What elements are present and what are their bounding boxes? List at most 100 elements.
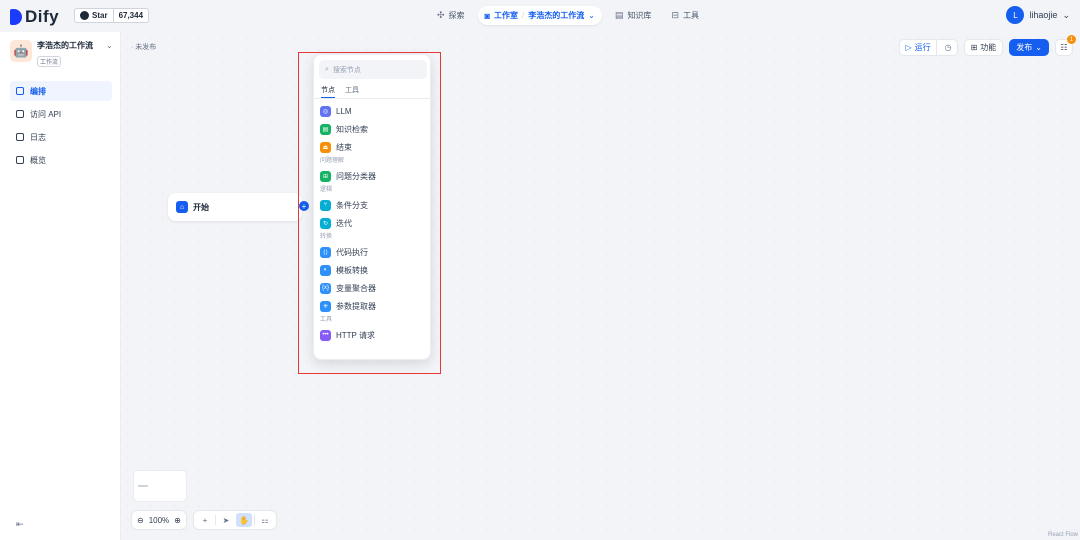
nav-explore[interactable]: ✣ 探索: [430, 6, 472, 25]
canvas-toolbar: ▷ 运行 ◷ ⊞ 功能 发布 ⌄ ☷ 1: [899, 35, 1076, 56]
loop-icon: ↻: [320, 217, 331, 229]
studio-icon: ◙: [484, 10, 490, 21]
http-icon: •••: [320, 329, 331, 341]
nav-studio-app[interactable]: 李浩杰的工作流: [528, 10, 584, 21]
extractor-icon: ✳: [320, 300, 331, 312]
node-item-if-else[interactable]: ⑂ 条件分支: [320, 196, 428, 214]
hand-icon[interactable]: ✋: [236, 513, 252, 527]
node-item-knowledge-retrieval[interactable]: ▤ 知识检索: [320, 120, 428, 138]
checklist-button[interactable]: ☷ 1: [1055, 35, 1076, 56]
group-label-tools: 工具: [320, 317, 333, 323]
picker-tabs: 节点 工具: [321, 85, 359, 98]
knowledge-icon: ▤: [320, 123, 331, 135]
workflow-canvas[interactable]: · 未发布 ▷ 运行 ◷ ⊞ 功能 发布 ⌄ ☷ 1 ⌂ 开始 + ⌕ 搜索节点…: [121, 32, 1080, 540]
brand-name: Dify: [25, 7, 60, 26]
user-name: lihaojie: [1029, 10, 1058, 20]
nav-knowledge[interactable]: ▤ 知识库: [608, 6, 659, 25]
sidebar-nav: 编排 访问 API 日志 概览: [10, 81, 112, 173]
nav-tools[interactable]: ⊟ 工具: [664, 6, 706, 25]
sidebar-item-overview[interactable]: 概览: [10, 150, 112, 170]
orchestrate-icon: [16, 87, 24, 95]
run-button-group: ▷ 运行 ◷: [899, 39, 958, 56]
node-item-variable-aggregator[interactable]: {x} 变量聚合器: [320, 279, 428, 297]
group-label-qa: 问题理解: [320, 158, 345, 164]
zoom-control: ⊖ 100% ⊕: [131, 510, 187, 530]
chevron-down-icon[interactable]: ⌄: [106, 41, 113, 50]
chart-icon: [16, 156, 24, 164]
github-icon: [80, 11, 89, 20]
start-node[interactable]: ⌂ 开始: [168, 193, 302, 221]
node-picker: ⌕ 搜索节点 节点 工具 ◎ LLM ▤ 知识检索 ⏏ 结束 问题理解 ⊞ 问题…: [313, 54, 432, 360]
avatar: L: [1006, 6, 1025, 24]
toolbox-icon: ⊟: [671, 10, 679, 20]
user-menu[interactable]: L lihaojie ⌄: [1006, 6, 1070, 24]
top-bar: Dify Star 67,344 ✣ 探索 ◙ 工作室 / 李浩杰的工作流 ⌄ …: [0, 0, 1080, 32]
node-item-parameter-extractor[interactable]: ✳ 参数提取器: [320, 297, 428, 315]
dify-logo-mark: [10, 9, 22, 25]
chevron-down-icon: ⌄: [588, 11, 595, 20]
canvas-tools: + ➤ ✋ ⚏: [193, 510, 277, 530]
app-sidebar: 🤖 李浩杰的工作流 工作流 ⌄ 编排 访问 API 日志 概览 ⇤: [0, 32, 121, 540]
node-item-template[interactable]: ◐ 模板转换: [320, 261, 428, 279]
checklist-badge: 1: [1067, 35, 1076, 44]
search-icon: ⌕: [325, 65, 329, 73]
search-placeholder: 搜索节点: [332, 66, 361, 74]
checklist-icon: ☷: [1060, 43, 1068, 52]
minimap[interactable]: [133, 470, 187, 502]
nav-studio[interactable]: ◙ 工作室 / 李浩杰的工作流 ⌄: [477, 6, 602, 25]
node-list: ◎ LLM ▤ 知识检索 ⏏ 结束 问题理解 ⊞ 问题分类器 逻辑 ⑂ 条件分支: [320, 102, 428, 344]
react-flow-attribution[interactable]: React Flow: [1048, 532, 1078, 538]
sidebar-item-api[interactable]: 访问 API: [10, 104, 112, 124]
publish-status: · 未发布: [131, 44, 157, 51]
minimap-node: [138, 485, 148, 487]
grid-icon: ⊞: [970, 43, 978, 52]
branch-icon: ⑂: [320, 199, 331, 211]
template-icon: ◐: [320, 264, 331, 276]
github-star-label: Star: [92, 11, 108, 20]
github-star-button[interactable]: Star 67,344: [74, 8, 150, 23]
zoom-in-icon[interactable]: ⊕: [174, 516, 181, 525]
node-item-llm[interactable]: ◎ LLM: [320, 102, 428, 120]
chevron-down-icon: ⌄: [1035, 43, 1042, 52]
node-item-iteration[interactable]: ↻ 迭代: [320, 214, 428, 232]
play-icon: ▷: [905, 43, 912, 52]
sidebar-item-logs[interactable]: 日志: [10, 127, 112, 147]
history-icon[interactable]: ◷: [940, 43, 957, 52]
organize-icon[interactable]: ⚏: [257, 513, 273, 527]
nav-studio-label: 工作室: [493, 11, 518, 20]
app-type-badge: 工作流: [37, 56, 62, 67]
node-item-http-request[interactable]: ••• HTTP 请求: [320, 326, 428, 344]
llm-icon: ◎: [320, 105, 331, 117]
tab-tools[interactable]: 工具: [345, 85, 359, 98]
collapse-sidebar-icon[interactable]: ⇤: [16, 519, 24, 530]
run-button[interactable]: ▷ 运行: [900, 40, 937, 55]
publish-button[interactable]: 发布 ⌄: [1009, 39, 1049, 56]
classifier-icon: ⊞: [320, 170, 331, 182]
robot-icon: 🤖: [10, 40, 32, 62]
features-button[interactable]: ⊞ 功能: [963, 39, 1004, 56]
main-nav: ✣ 探索 ◙ 工作室 / 李浩杰的工作流 ⌄ ▤ 知识库 ⊟ 工具: [430, 6, 706, 25]
zoom-level[interactable]: 100%: [149, 516, 169, 525]
node-item-end[interactable]: ⏏ 结束: [320, 138, 428, 156]
zoom-out-icon[interactable]: ⊖: [137, 516, 144, 525]
add-node-icon[interactable]: +: [197, 513, 213, 527]
chevron-down-icon: ⌄: [1062, 9, 1070, 20]
dify-logo[interactable]: Dify: [10, 7, 59, 27]
sidebar-item-orchestrate[interactable]: 编排: [10, 81, 112, 101]
app-name: 李浩杰的工作流: [37, 41, 93, 50]
variable-icon: {x}: [320, 282, 331, 294]
node-item-code[interactable]: ⟨⟩ 代码执行: [320, 243, 428, 261]
start-node-label: 开始: [193, 202, 209, 212]
book-icon: ▤: [614, 10, 624, 20]
node-search-input[interactable]: ⌕ 搜索节点: [319, 60, 427, 79]
terminal-icon: [16, 110, 24, 118]
group-label-transform: 转换: [320, 234, 333, 240]
app-header[interactable]: 🤖 李浩杰的工作流 工作流: [10, 40, 93, 69]
group-label-logic: 逻辑: [320, 187, 333, 193]
node-item-question-classifier[interactable]: ⊞ 问题分类器: [320, 167, 428, 185]
compass-icon: ✣: [437, 10, 445, 20]
pointer-icon[interactable]: ➤: [218, 513, 234, 527]
file-icon: [16, 133, 24, 141]
tab-nodes[interactable]: 节点: [321, 85, 335, 98]
end-icon: ⏏: [320, 141, 331, 153]
